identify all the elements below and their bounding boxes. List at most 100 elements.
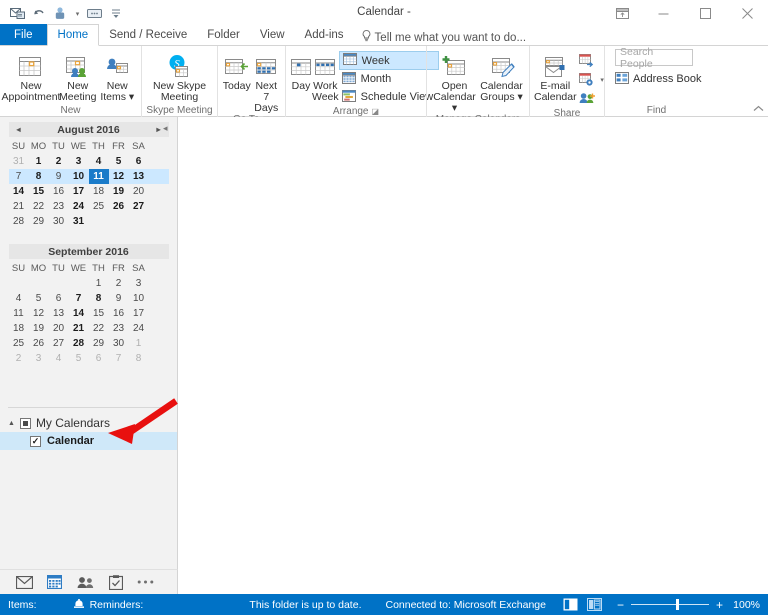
close-button[interactable] xyxy=(726,0,768,27)
date-cell[interactable]: 7 xyxy=(9,169,29,184)
schedule-view-item[interactable]: Schedule View xyxy=(339,88,440,106)
date-cell[interactable]: 27 xyxy=(49,336,69,351)
date-cell[interactable]: 20 xyxy=(49,321,69,336)
date-cell[interactable]: 23 xyxy=(109,321,129,336)
customize-qat-icon[interactable] xyxy=(106,4,126,24)
publish-online-button[interactable]: ▾ xyxy=(577,70,607,89)
ribbon-display-options-button[interactable] xyxy=(602,0,642,27)
date-cell[interactable]: 24 xyxy=(69,199,89,214)
tab-send-receive[interactable]: Send / Receive xyxy=(99,24,197,45)
date-cell[interactable]: 8 xyxy=(129,351,149,366)
search-people-input[interactable]: Search People xyxy=(615,49,693,66)
date-cell[interactable]: 29 xyxy=(29,214,49,229)
touch-mode-chevron-down-icon[interactable]: ▾ xyxy=(73,10,82,18)
date-cell[interactable]: 20 xyxy=(129,184,149,199)
date-cell[interactable]: 12 xyxy=(29,306,49,321)
date-cell[interactable]: 26 xyxy=(109,199,129,214)
month-view-item[interactable]: Month xyxy=(339,70,440,88)
zoom-percent-label[interactable]: 100% xyxy=(730,599,760,611)
date-cell[interactable]: 25 xyxy=(89,199,109,214)
date-cell[interactable]: 24 xyxy=(129,321,149,336)
date-cell[interactable]: 30 xyxy=(49,214,69,229)
tell-me-box[interactable]: Tell me what you want to do... xyxy=(354,30,535,45)
date-cell[interactable]: 3 xyxy=(69,154,89,169)
tab-file[interactable]: File xyxy=(0,24,47,45)
date-cell[interactable]: 27 xyxy=(129,199,149,214)
date-cell[interactable]: 21 xyxy=(69,321,89,336)
date-cell[interactable]: 17 xyxy=(69,184,89,199)
zoom-slider[interactable] xyxy=(631,599,709,610)
touch-mode-icon[interactable] xyxy=(51,4,71,24)
date-cell[interactable]: 6 xyxy=(89,351,109,366)
date-cell[interactable]: 29 xyxy=(89,336,109,351)
date-cell[interactable]: 28 xyxy=(69,336,89,351)
address-book-button[interactable]: Address Book xyxy=(615,70,701,88)
date-cell[interactable]: 18 xyxy=(9,321,29,336)
send-receive-all-icon[interactable] xyxy=(7,4,27,24)
date-cell[interactable]: 15 xyxy=(29,184,49,199)
calendar-view-area[interactable] xyxy=(178,117,768,569)
date-cell[interactable]: 6 xyxy=(49,291,69,306)
date-cell[interactable]: 21 xyxy=(9,199,29,214)
zoom-in-button[interactable]: + xyxy=(715,598,724,612)
tab-folder[interactable]: Folder xyxy=(197,24,250,45)
date-cell[interactable]: 4 xyxy=(89,154,109,169)
date-cell[interactable]: 17 xyxy=(129,306,149,321)
date-cell[interactable]: 14 xyxy=(69,306,89,321)
date-cell[interactable]: 15 xyxy=(89,306,109,321)
date-cell[interactable]: 11 xyxy=(9,306,29,321)
new-meeting-button[interactable]: New Meeting xyxy=(58,49,98,103)
date-cell[interactable]: 4 xyxy=(9,291,29,306)
minimize-button[interactable] xyxy=(642,0,684,27)
date-cell[interactable]: 10 xyxy=(69,169,89,184)
date-cell[interactable]: 3 xyxy=(29,351,49,366)
date-cell[interactable]: 10 xyxy=(129,291,149,306)
new-items-button[interactable]: New Items ▾ xyxy=(98,49,138,103)
date-cell[interactable]: 16 xyxy=(49,184,69,199)
more-module-icon[interactable] xyxy=(137,579,154,585)
date-cell[interactable]: 5 xyxy=(29,291,49,306)
calendar-module-icon[interactable] xyxy=(47,575,62,589)
arrange-dialog-launcher-icon[interactable]: ◪ xyxy=(372,107,380,116)
chevron-down-icon[interactable]: ▲ xyxy=(8,420,15,427)
calendar-permissions-button[interactable] xyxy=(577,89,607,108)
zoom-slider-handle[interactable] xyxy=(676,599,679,610)
collapse-ribbon-button[interactable] xyxy=(753,104,764,114)
print-preview-icon[interactable] xyxy=(84,4,104,24)
date-cell[interactable]: 16 xyxy=(109,306,129,321)
today-button[interactable]: Today xyxy=(222,49,252,92)
date-cell[interactable]: 4 xyxy=(49,351,69,366)
date-cell[interactable]: 11 xyxy=(89,169,109,184)
next-7-days-button[interactable]: Next 7 Days xyxy=(252,49,282,114)
new-appointment-button[interactable]: New Appointment xyxy=(4,49,58,103)
date-cell[interactable]: 26 xyxy=(29,336,49,351)
date-cell[interactable]: 31 xyxy=(9,154,29,169)
reading-view-button[interactable] xyxy=(582,598,606,611)
people-module-icon[interactable] xyxy=(76,576,95,589)
month-title-august[interactable]: August 2016 xyxy=(21,124,157,136)
date-cell[interactable]: 23 xyxy=(49,199,69,214)
minimize-folder-pane-button[interactable]: ◂ xyxy=(163,123,168,134)
date-cell[interactable]: 1 xyxy=(89,276,109,291)
date-cell[interactable]: 2 xyxy=(9,351,29,366)
date-cell[interactable]: 9 xyxy=(109,291,129,306)
share-calendar-button[interactable] xyxy=(577,51,607,70)
open-calendar-button[interactable]: Open Calendar ▾ xyxy=(431,49,478,114)
date-cell[interactable]: 5 xyxy=(109,154,129,169)
day-view-button[interactable]: Day xyxy=(290,49,312,92)
maximize-button[interactable] xyxy=(684,0,726,27)
tab-home[interactable]: Home xyxy=(47,24,100,46)
date-cell[interactable]: 1 xyxy=(129,336,149,351)
date-cell[interactable]: 19 xyxy=(29,321,49,336)
date-cell[interactable]: 1 xyxy=(29,154,49,169)
mail-module-icon[interactable] xyxy=(16,576,33,589)
undo-icon[interactable] xyxy=(29,4,49,24)
date-cell[interactable]: 6 xyxy=(129,154,149,169)
tasks-module-icon[interactable] xyxy=(109,575,123,590)
date-cell[interactable]: 8 xyxy=(89,291,109,306)
date-cell[interactable]: 14 xyxy=(9,184,29,199)
date-cell[interactable]: 12 xyxy=(109,169,129,184)
normal-view-button[interactable] xyxy=(558,598,582,611)
zoom-out-button[interactable]: − xyxy=(616,598,625,612)
my-calendars-group-header[interactable]: ▲ My Calendars xyxy=(0,414,177,432)
